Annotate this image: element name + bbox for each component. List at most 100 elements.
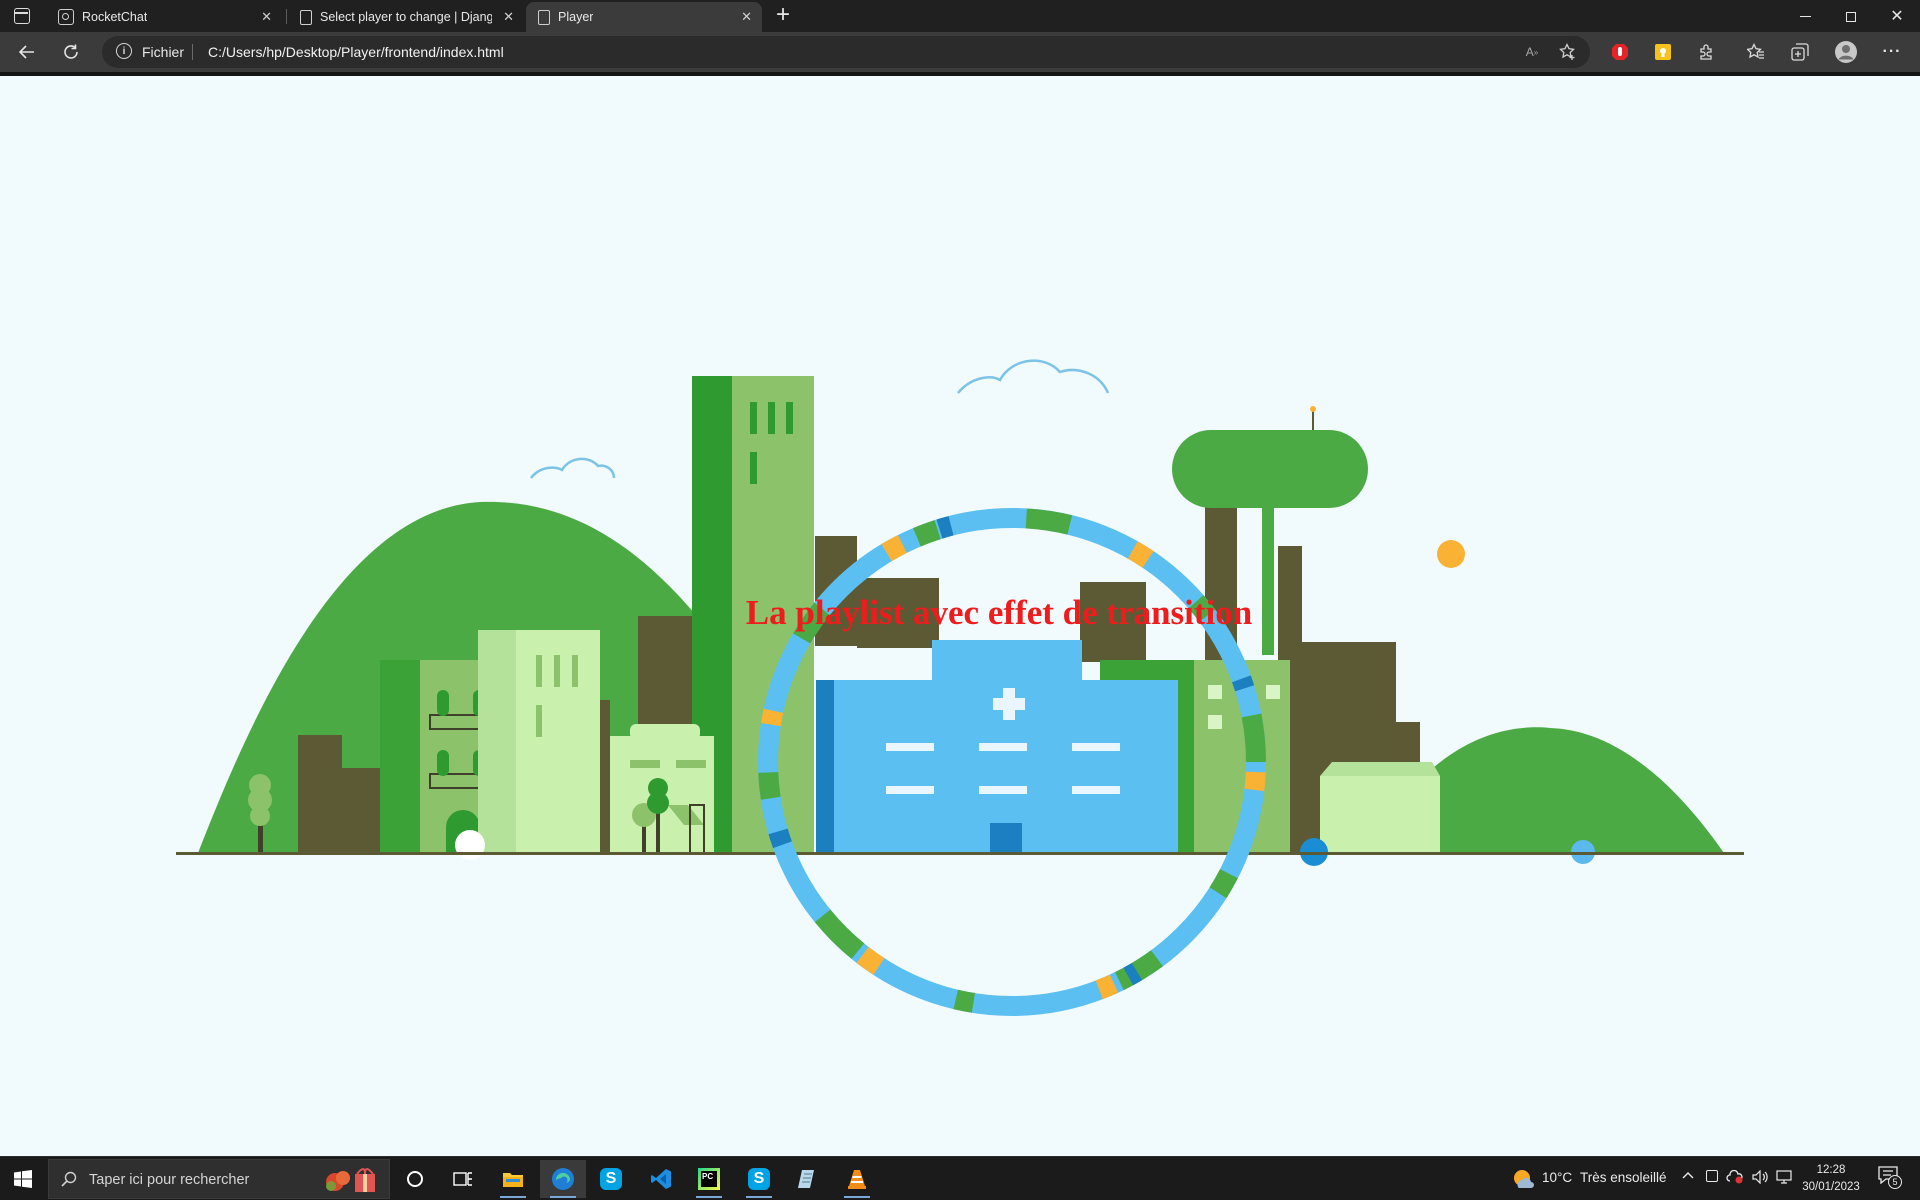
notepad-icon [798,1170,814,1188]
taskbar-search[interactable]: Taper ici pour rechercher [48,1159,390,1199]
minimize-button[interactable] [1782,0,1828,32]
tab-title: Select player to change | Django [320,10,492,24]
building [478,630,518,853]
skype-icon: S [600,1168,622,1190]
cloud [957,359,1110,394]
network-icon[interactable] [1776,1170,1792,1189]
hospital-door [990,823,1022,853]
vscode-icon [651,1169,671,1189]
info-icon[interactable]: i [116,43,132,59]
notification-count-badge: 5 [1888,1175,1902,1189]
weather-sun-icon [1514,1170,1534,1188]
read-aloud-icon[interactable]: A» [1520,40,1544,64]
vscode-button[interactable] [638,1160,684,1198]
edge-button[interactable] [540,1160,586,1198]
page-icon [300,9,312,25]
tab-title: RocketChat [82,10,148,24]
file-explorer-icon [503,1173,523,1187]
vlc-icon [848,1170,866,1189]
address-bar[interactable]: i Fichier C:/Users/hp/Desktop/Player/fro… [102,36,1590,68]
tab-actions-button[interactable] [14,8,30,24]
skype-icon: S [748,1168,770,1190]
keep-extension-icon[interactable] [1651,40,1675,64]
address-divider [192,44,193,60]
active-indicator [500,1196,526,1198]
active-indicator [696,1196,722,1198]
pycharm-icon: PC [698,1168,720,1190]
onedrive-status-icon[interactable] [1726,1169,1744,1189]
collections-icon[interactable] [1788,40,1812,64]
tab-title: Player [558,10,594,24]
sun [1437,540,1465,568]
browser-toolbar: i Fichier C:/Users/hp/Desktop/Player/fro… [0,32,1920,72]
page-title: La playlist avec effet de transition [745,593,1253,632]
clock-date: 30/01/2023 [1802,1181,1860,1193]
weather-condition: Très ensoleillé [1580,1170,1667,1185]
task-view-button[interactable] [440,1160,486,1198]
file-explorer-button[interactable] [490,1160,536,1198]
hill-right [1420,727,1724,853]
taskbar-clock[interactable]: 12:28 30/01/2023 [1796,1162,1866,1196]
tree-tower [1172,430,1368,508]
show-hidden-icons-button[interactable] [1682,1169,1694,1185]
profile-avatar[interactable] [1834,40,1858,64]
windows-taskbar: Taper ici pour rechercher S PC S 10°C Tr… [0,1156,1920,1200]
url-text[interactable]: C:/Users/hp/Desktop/Player/frontend/inde… [208,44,504,60]
page-heading-wrapper: La playlist avec effet de transition [0,593,1920,633]
tab-django-admin[interactable]: Select player to change | Django ✕ [288,2,524,32]
skype-button-2[interactable]: S [736,1160,782,1198]
pycharm-button[interactable]: PC [686,1160,732,1198]
cloud [530,457,616,479]
building [600,700,610,853]
start-button[interactable] [6,1163,40,1195]
meet-now-icon[interactable] [1706,1170,1718,1182]
restore-button[interactable] [1828,0,1874,32]
search-placeholder: Taper ici pour rechercher [89,1172,250,1188]
active-indicator [844,1196,870,1198]
ground-line [176,852,1744,855]
close-tab-icon[interactable]: ✕ [503,9,514,25]
refresh-icon [64,44,78,59]
browser-tab-strip: RocketChat ✕ Select player to change | D… [0,0,1920,32]
tab-player[interactable]: Player ✕ [526,2,762,32]
hospital-roof [932,640,1082,680]
refresh-button[interactable] [56,38,86,66]
active-indicator [746,1196,772,1198]
new-tab-button[interactable]: + [770,2,796,30]
adblock-extension-icon[interactable] [1608,40,1632,64]
vlc-button[interactable] [834,1160,880,1198]
cortana-button[interactable] [392,1160,438,1198]
notification-center-button[interactable]: 5 [1878,1166,1902,1190]
close-window-button[interactable]: ✕ [1874,0,1920,32]
skype-button[interactable]: S [588,1160,634,1198]
task-view-icon [453,1172,472,1186]
add-favorite-icon[interactable] [1556,40,1580,64]
building [298,735,342,853]
edge-icon [552,1168,574,1190]
back-button[interactable] [12,38,42,66]
back-arrow-icon [18,45,34,59]
search-icon [61,1171,77,1187]
weather-widget[interactable]: 10°C Très ensoleillé [1512,1168,1672,1190]
hospital-side [816,680,836,853]
weather-temperature: 10°C [1542,1170,1573,1185]
scheme-label: Fichier [142,44,185,60]
cortana-icon [407,1171,423,1187]
windows-logo-icon [14,1170,32,1188]
active-indicator [550,1196,576,1198]
player-page: La playlist avec effet de transition [0,76,1920,1156]
close-tab-icon[interactable]: ✕ [261,9,272,25]
page-icon [538,9,550,25]
more-options-icon[interactable]: ··· [1880,40,1904,64]
notepad-button[interactable] [784,1160,830,1198]
tab-divider [286,9,287,24]
volume-icon[interactable] [1752,1169,1768,1189]
rocketchat-icon [58,9,74,25]
extensions-icon[interactable] [1695,40,1719,64]
tab-rocketchat[interactable]: RocketChat ✕ [46,2,282,32]
search-highlight-image [319,1166,383,1194]
building [340,768,380,853]
close-tab-icon[interactable]: ✕ [741,9,752,25]
clock-time: 12:28 [1816,1164,1846,1176]
favorites-icon[interactable] [1744,40,1768,64]
